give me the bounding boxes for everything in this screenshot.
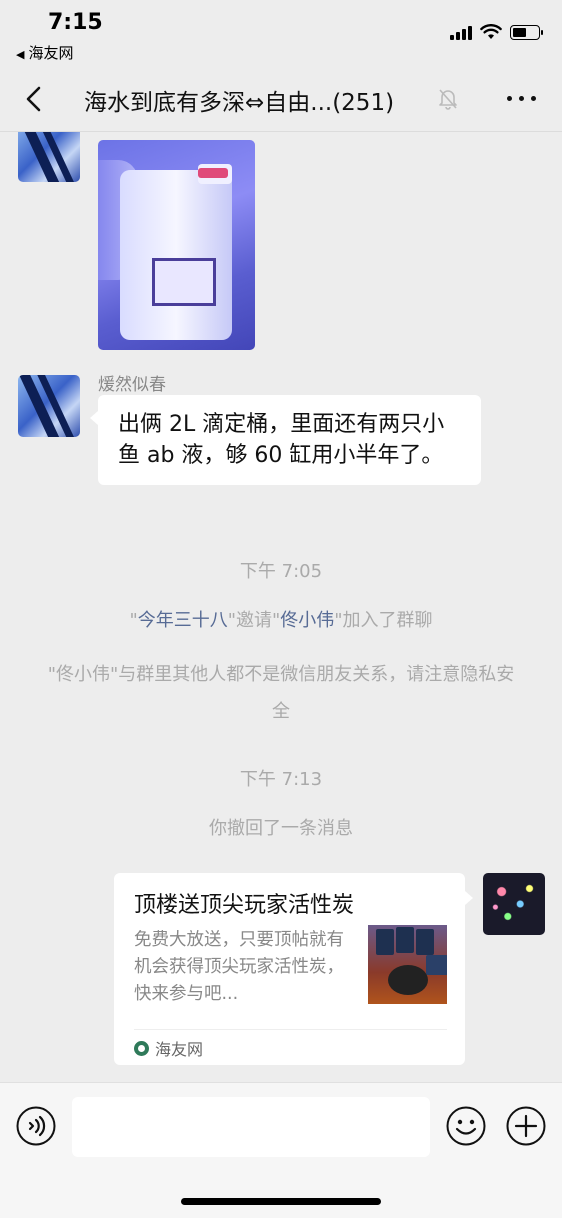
sender-name: 煖然似春 [98, 375, 166, 395]
quote-mark: " [129, 610, 138, 631]
image-message[interactable] [98, 140, 255, 350]
chat-messages: 煖然似春 出俩 2L 滴定桶，里面还有两只小鱼 ab 液，够 60 缸用小半年了… [0, 132, 562, 1082]
privacy-warning: "佟小伟"与群里其他人都不是微信朋友关系，请注意隐私安全 [47, 664, 515, 722]
status-bar: 7:15 ◀ 海友网 [0, 0, 562, 70]
card-thumbnail [368, 925, 447, 1004]
link-card[interactable]: 顶楼送顶尖玩家活性炭 免费大放送，只要顶帖就有机会获得顶尖玩家活性炭，快来参与吧… [114, 873, 473, 1065]
status-back-label: 海友网 [28, 44, 74, 62]
avatar[interactable] [18, 375, 80, 437]
bottle-label [152, 258, 216, 306]
timestamp: 下午 7:05 [239, 561, 323, 582]
invite-text: "邀请" [227, 610, 281, 631]
wifi-icon [480, 24, 502, 39]
bottle-shape [120, 170, 232, 340]
more-icon[interactable] [507, 96, 536, 101]
bell-muted-icon [439, 89, 457, 110]
chevron-left-icon[interactable] [20, 84, 50, 114]
card-divider [134, 1029, 447, 1030]
chat-header: 海水到底有多深⇔自由...(251) [0, 70, 562, 132]
invite-text-end: "加入了群聊 [334, 610, 433, 631]
emoji-icon[interactable] [446, 1106, 486, 1146]
chat-title: 海水到底有多深⇔自由...(251) [84, 90, 395, 116]
status-time: 7:15 [48, 10, 103, 35]
message-input[interactable] [72, 1097, 430, 1157]
card-source: 海友网 [134, 1036, 203, 1060]
status-back-link[interactable]: ◀ 海友网 [16, 42, 73, 63]
bottle-cap-red [198, 168, 228, 178]
recall-notice: 你撤回了一条消息 [209, 818, 353, 839]
status-icons [450, 24, 543, 40]
invite-notice: "今年三十八"邀请"佟小伟"加入了群聊 [0, 602, 562, 639]
inviter-link[interactable]: 今年三十八 [138, 610, 228, 631]
card-source-label: 海友网 [155, 1040, 204, 1059]
plus-icon[interactable] [506, 1106, 546, 1146]
sender-name [98, 132, 168, 138]
signal-icon [450, 24, 472, 40]
avatar[interactable] [483, 873, 545, 935]
card-description: 免费大放送，只要顶帖就有机会获得顶尖玩家活性炭，快来参与吧... [134, 930, 344, 1004]
invitee-link[interactable]: 佟小伟 [280, 610, 334, 631]
avatar[interactable] [18, 132, 80, 182]
card-title: 顶楼送顶尖玩家活性炭 [134, 893, 355, 918]
timestamp: 下午 7:13 [239, 769, 323, 790]
message-bubble[interactable]: 出俩 2L 滴定桶，里面还有两只小鱼 ab 液，够 60 缸用小半年了。 [90, 395, 481, 485]
voice-icon[interactable] [16, 1106, 56, 1146]
back-triangle-icon: ◀ [16, 48, 25, 61]
battery-icon [510, 24, 543, 40]
home-indicator[interactable] [181, 1198, 381, 1205]
source-logo-icon [134, 1040, 149, 1056]
